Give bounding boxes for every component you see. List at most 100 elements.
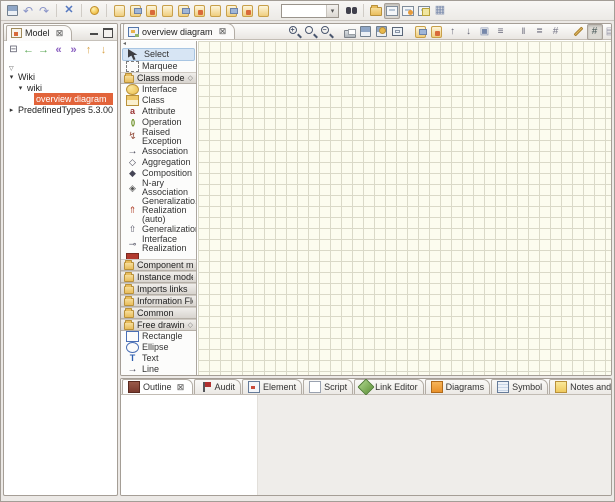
crossed-tools-button[interactable]: ✕ xyxy=(61,3,77,19)
move-up-button[interactable]: ↑ xyxy=(81,43,96,57)
doc-icon-8[interactable] xyxy=(223,3,239,19)
section-toggle-icon[interactable]: ◇ xyxy=(188,321,193,329)
set-appearance-button[interactable] xyxy=(429,24,445,40)
zoom-out-button[interactable]: − xyxy=(319,24,335,40)
palette-item-class[interactable]: Class xyxy=(121,95,196,106)
move-down-button[interactable]: ↓ xyxy=(96,43,111,57)
window-orange-button[interactable] xyxy=(400,3,416,19)
palette-section-class-model[interactable]: Class model◇ xyxy=(121,72,196,84)
tree-item-wiki[interactable]: ▾Wiki xyxy=(4,71,117,82)
view-menu-icon[interactable]: ▽ xyxy=(9,66,14,72)
doc-icon-4[interactable] xyxy=(159,3,175,19)
tree-item-overview-diagram[interactable]: overview diagram xyxy=(4,93,117,104)
doc-icon-5[interactable] xyxy=(175,3,191,19)
palette-item-attribute[interactable]: aAttribute xyxy=(121,106,196,117)
back-button[interactable]: ← xyxy=(21,43,36,57)
forward-button[interactable]: → xyxy=(36,43,51,57)
palette-item-interface-realization[interactable]: ⊸Interface Realization xyxy=(121,235,196,253)
undo-button[interactable]: ↶ xyxy=(20,3,36,19)
align-horizontal-button[interactable]: ‖ xyxy=(516,24,532,40)
tree-collapsed-arrow-icon[interactable]: ▸ xyxy=(7,106,16,114)
maximize-icon[interactable] xyxy=(101,25,115,39)
tab-diagrams[interactable]: Diagrams xyxy=(425,379,491,394)
outline-content[interactable] xyxy=(121,395,258,495)
tab-notes-and-constraints[interactable]: Notes and constraints xyxy=(549,379,612,394)
save-image-button[interactable] xyxy=(374,24,390,40)
palette-item-generalizatio-realization-auto[interactable]: ⇑Generalizatio... Realization (auto) xyxy=(121,197,196,224)
windows-view-button[interactable] xyxy=(384,3,400,19)
collapse-level-button[interactable]: « xyxy=(51,43,66,57)
collapse-all-button[interactable]: ⊟ xyxy=(6,43,21,57)
palette-item-rectangle[interactable]: Rectangle xyxy=(121,331,196,342)
binoculars-button[interactable] xyxy=(343,3,359,19)
palette-section-information-flo[interactable]: Information Flo... xyxy=(121,295,196,307)
palette-section-component-mo[interactable]: Component mo... xyxy=(121,259,196,271)
tab-outline[interactable]: Outline⊠ xyxy=(122,379,193,394)
doc-icon-10[interactable] xyxy=(255,3,271,19)
horizontal-sash[interactable] xyxy=(120,375,612,378)
zoom-original-button[interactable] xyxy=(303,24,319,40)
doc-icon-7[interactable] xyxy=(207,3,223,19)
close-icon[interactable]: ⊠ xyxy=(53,26,67,40)
palette-collapse-icon[interactable]: ◂ xyxy=(123,41,126,47)
open-folder-button[interactable] xyxy=(368,3,384,19)
tab-symbol[interactable]: Symbol xyxy=(491,379,548,394)
align-left-button[interactable]: ≡ xyxy=(493,24,509,40)
print-button[interactable] xyxy=(342,24,358,40)
palette-section-common[interactable]: Common xyxy=(121,307,196,319)
palette-item-marquee[interactable]: Marquee xyxy=(121,61,196,72)
palette-item-text[interactable]: TText xyxy=(121,353,196,364)
palette-item-aggregation[interactable]: ◇Aggregation xyxy=(121,157,196,168)
doc-icon-3[interactable] xyxy=(143,3,159,19)
editor-tab-overview-diagram[interactable]: overview diagram ⊠ xyxy=(123,23,235,39)
tab-script[interactable]: Script xyxy=(303,379,353,394)
doc-icon-9[interactable] xyxy=(239,3,255,19)
close-icon[interactable]: ⊠ xyxy=(175,381,187,393)
align-vertical-button[interactable]: = xyxy=(532,24,548,40)
auto-size-button[interactable]: ▣ xyxy=(477,24,493,40)
diagram-canvas[interactable] xyxy=(198,41,611,375)
show-grid-button[interactable]: # xyxy=(548,24,564,40)
expand-level-button[interactable]: » xyxy=(66,43,81,57)
tab-audit[interactable]: Audit xyxy=(194,379,242,394)
palette-section-imports-links[interactable]: Imports links xyxy=(121,283,196,295)
lightbulb-button[interactable] xyxy=(86,3,102,19)
redo-button[interactable]: ↷ xyxy=(36,3,52,19)
doc-icon-2[interactable] xyxy=(127,3,143,19)
palette-item-raised-exception[interactable]: ↯Raised Exception xyxy=(121,128,196,146)
palette-item-select[interactable]: Select xyxy=(122,48,195,61)
tab-link-editor[interactable]: Link Editor xyxy=(354,379,424,394)
combo-dropdown-icon[interactable]: ▾ xyxy=(326,5,338,17)
tree-expanded-arrow-icon[interactable]: ▾ xyxy=(16,84,25,92)
tree-item-wiki[interactable]: ▾wiki xyxy=(4,82,117,93)
palette-section-instance-model[interactable]: Instance model xyxy=(121,271,196,283)
palette-item-n-ary-association[interactable]: ◈N-ary Association xyxy=(121,179,196,197)
lower-element-button[interactable]: ↓ xyxy=(461,24,477,40)
search-combo-input[interactable] xyxy=(282,5,326,17)
save-diagram-button[interactable] xyxy=(358,24,374,40)
section-toggle-icon[interactable]: ◇ xyxy=(188,74,193,82)
tree-item-predefinedtypes-5-3-00[interactable]: ▸PredefinedTypes 5.3.00 xyxy=(4,104,117,115)
model-view-tab[interactable]: Model ⊠ xyxy=(6,25,72,41)
fit-to-window-button[interactable] xyxy=(390,24,406,40)
minimize-icon[interactable] xyxy=(87,25,101,39)
palette-item-line[interactable]: →Line xyxy=(121,364,196,375)
tree-expanded-arrow-icon[interactable]: ▾ xyxy=(7,73,16,81)
pencil-button[interactable] xyxy=(571,24,587,40)
vertical-sash[interactable] xyxy=(117,23,120,496)
doc-icon-1[interactable] xyxy=(111,3,127,19)
raise-element-button[interactable]: ↑ xyxy=(445,24,461,40)
zoom-in-button[interactable]: + xyxy=(287,24,303,40)
page-grid-button[interactable]: ▤ xyxy=(603,24,612,40)
close-icon[interactable]: ⊠ xyxy=(216,25,230,39)
window-new-button[interactable] xyxy=(416,3,432,19)
snap-to-grid-button[interactable]: # xyxy=(587,24,603,40)
palette-item-interface[interactable]: Interface xyxy=(121,84,196,95)
doc-icon-6[interactable] xyxy=(191,3,207,19)
paste-appearance-button[interactable] xyxy=(413,24,429,40)
palette-section-free-drawing[interactable]: Free drawing◇ xyxy=(121,319,196,331)
save-button[interactable] xyxy=(4,3,20,19)
tab-element[interactable]: Element xyxy=(242,379,302,394)
palette-item-association[interactable]: →Association xyxy=(121,146,196,157)
palette-item-ellipse[interactable]: Ellipse xyxy=(121,342,196,353)
